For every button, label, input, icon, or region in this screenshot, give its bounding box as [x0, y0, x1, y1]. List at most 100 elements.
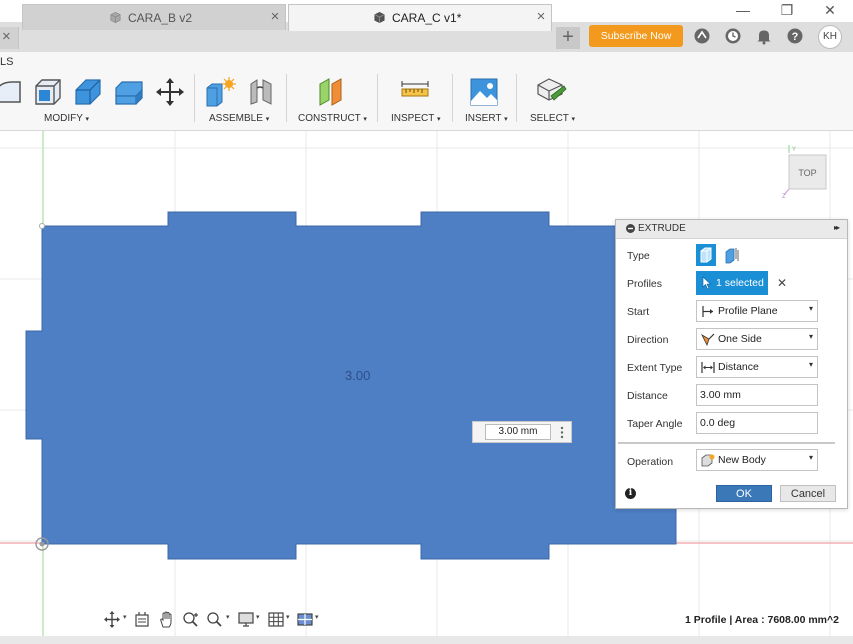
taper-angle-value: 0.0 deg: [700, 417, 736, 429]
tab-close-partial[interactable]: ×: [2, 28, 11, 45]
toolbar-divider: [194, 74, 195, 122]
avatar[interactable]: KH: [818, 25, 842, 49]
insert-menu[interactable]: INSERT ▾: [465, 113, 508, 124]
profiles-selection-button[interactable]: 1 selected: [696, 271, 768, 295]
orbit-icon[interactable]: [103, 611, 121, 628]
y-axis-label: Y: [792, 147, 796, 153]
direction-label: Direction: [627, 334, 669, 346]
start-select[interactable]: Profile Plane ▾: [696, 300, 818, 322]
move-icon[interactable]: [154, 76, 186, 108]
start-value: Profile Plane: [718, 305, 778, 317]
thin-extrude-icon[interactable]: [724, 247, 740, 264]
taper-angle-field[interactable]: 0.0 deg: [696, 412, 818, 434]
extrude-body-shape[interactable]: [25, 211, 677, 560]
inspect-menu[interactable]: INSPECT ▾: [391, 113, 440, 124]
look-at-icon[interactable]: [133, 611, 151, 628]
tab-close-button[interactable]: ×: [268, 8, 282, 25]
chevron-down-icon[interactable]: ▾: [256, 613, 260, 621]
close-window-button[interactable]: ✕: [810, 0, 850, 22]
chevron-down-icon[interactable]: ▾: [226, 613, 230, 621]
collapse-icon[interactable]: [626, 224, 635, 233]
new-component-icon[interactable]: [204, 76, 236, 108]
direction-select[interactable]: One Side ▾: [696, 328, 818, 350]
assemble-menu[interactable]: ASSEMBLE ▾: [209, 113, 269, 124]
measure-icon[interactable]: [399, 76, 431, 108]
tab-close-button[interactable]: ×: [534, 8, 548, 25]
z-axis-label: Z: [782, 194, 786, 200]
chevron-down-icon: ▾: [436, 116, 441, 123]
more-options-icon[interactable]: [560, 426, 564, 439]
chamfer-icon[interactable]: [72, 76, 104, 108]
display-settings-icon[interactable]: [237, 611, 255, 628]
new-tab-button[interactable]: +: [556, 27, 580, 49]
dialog-header[interactable]: EXTRUDE ▸▸: [616, 220, 847, 239]
tab-cara-c[interactable]: CARA_C v1* ×: [288, 4, 552, 31]
pan-hand-icon[interactable]: [158, 611, 176, 628]
new-body-icon: [701, 454, 715, 467]
chevron-down-icon: ▾: [504, 116, 508, 123]
construct-menu[interactable]: CONSTRUCT ▾: [298, 113, 367, 124]
subscribe-button[interactable]: Subscribe Now: [589, 25, 683, 47]
bell-icon[interactable]: [755, 27, 773, 45]
view-cube[interactable]: TOP Z Y: [780, 145, 832, 201]
restore-button[interactable]: ❐: [767, 0, 807, 22]
distance-field[interactable]: 3.00 mm: [696, 384, 818, 406]
distance-value: 3.00 mm: [700, 389, 741, 401]
start-label: Start: [627, 306, 650, 318]
info-icon[interactable]: i: [625, 488, 636, 499]
distance-extent-icon: [701, 362, 715, 373]
offset-plane-icon[interactable]: [315, 76, 347, 108]
distance-manipulator[interactable]: 3.00 mm: [472, 421, 572, 443]
dimension-label: 3.00: [345, 368, 371, 383]
modify-menu[interactable]: MODIFY ▾: [44, 113, 89, 124]
shell-icon[interactable]: [112, 76, 144, 108]
tab-label: CARA_B v2: [128, 11, 193, 25]
distance-input[interactable]: 3.00 mm: [485, 424, 551, 440]
press-pull-icon[interactable]: [0, 76, 22, 108]
select-icon[interactable]: [535, 76, 567, 108]
chevron-down-icon: ▾: [808, 304, 813, 313]
fit-icon[interactable]: [206, 611, 224, 628]
zoom-icon[interactable]: [182, 611, 200, 628]
assemble-menu-label: ASSEMBLE: [209, 113, 263, 124]
expand-dialog-icon[interactable]: ▸▸: [834, 223, 840, 232]
chevron-down-icon[interactable]: ▾: [123, 613, 127, 621]
insert-image-icon[interactable]: [468, 76, 500, 108]
fillet-icon[interactable]: [32, 76, 64, 108]
component-box-icon: [110, 11, 121, 24]
sketch-point-icon: [39, 223, 45, 229]
extent-type-select[interactable]: Distance ▾: [696, 356, 818, 378]
origin-dot: [39, 541, 45, 547]
cancel-button[interactable]: Cancel: [780, 485, 836, 502]
help-icon[interactable]: ?: [786, 27, 804, 45]
chevron-down-icon: ▾: [265, 116, 270, 123]
status-text: 1 Profile | Area : 7608.00 mm^2: [684, 614, 839, 626]
chevron-down-icon: ▾: [808, 332, 813, 341]
grid-settings-icon[interactable]: [267, 611, 285, 628]
operation-select[interactable]: New Body ▾: [696, 449, 818, 471]
job-status-icon[interactable]: [693, 27, 711, 45]
ok-button[interactable]: OK: [716, 485, 772, 502]
chevron-down-icon: ▾: [571, 116, 576, 123]
tab-cara-b[interactable]: CARA_B v2 ×: [22, 4, 286, 30]
distance-label: Distance: [627, 390, 668, 402]
clock-icon[interactable]: [724, 27, 742, 45]
joint-icon[interactable]: [245, 76, 277, 108]
extent-type-label: Extent Type: [627, 362, 683, 374]
operation-value: New Body: [718, 454, 766, 466]
taper-angle-label: Taper Angle: [627, 418, 683, 430]
type-solid-button[interactable]: [696, 244, 716, 266]
dialog-title: EXTRUDE: [638, 223, 686, 234]
tab-partial-left[interactable]: ×: [0, 27, 19, 49]
solid-extrude-icon: [700, 247, 712, 263]
minimize-button[interactable]: —: [723, 0, 763, 22]
clear-selection-button[interactable]: ✕: [777, 276, 787, 290]
construct-menu-label: CONSTRUCT: [298, 113, 361, 124]
select-menu[interactable]: SELECT ▾: [530, 113, 575, 124]
chevron-down-icon[interactable]: ▾: [286, 613, 290, 621]
view-cube-label: TOP: [798, 168, 816, 178]
dialog-divider: [618, 442, 835, 444]
chevron-down-icon[interactable]: ▾: [315, 613, 319, 621]
viewports-icon[interactable]: [296, 611, 314, 628]
operation-label: Operation: [627, 456, 674, 468]
